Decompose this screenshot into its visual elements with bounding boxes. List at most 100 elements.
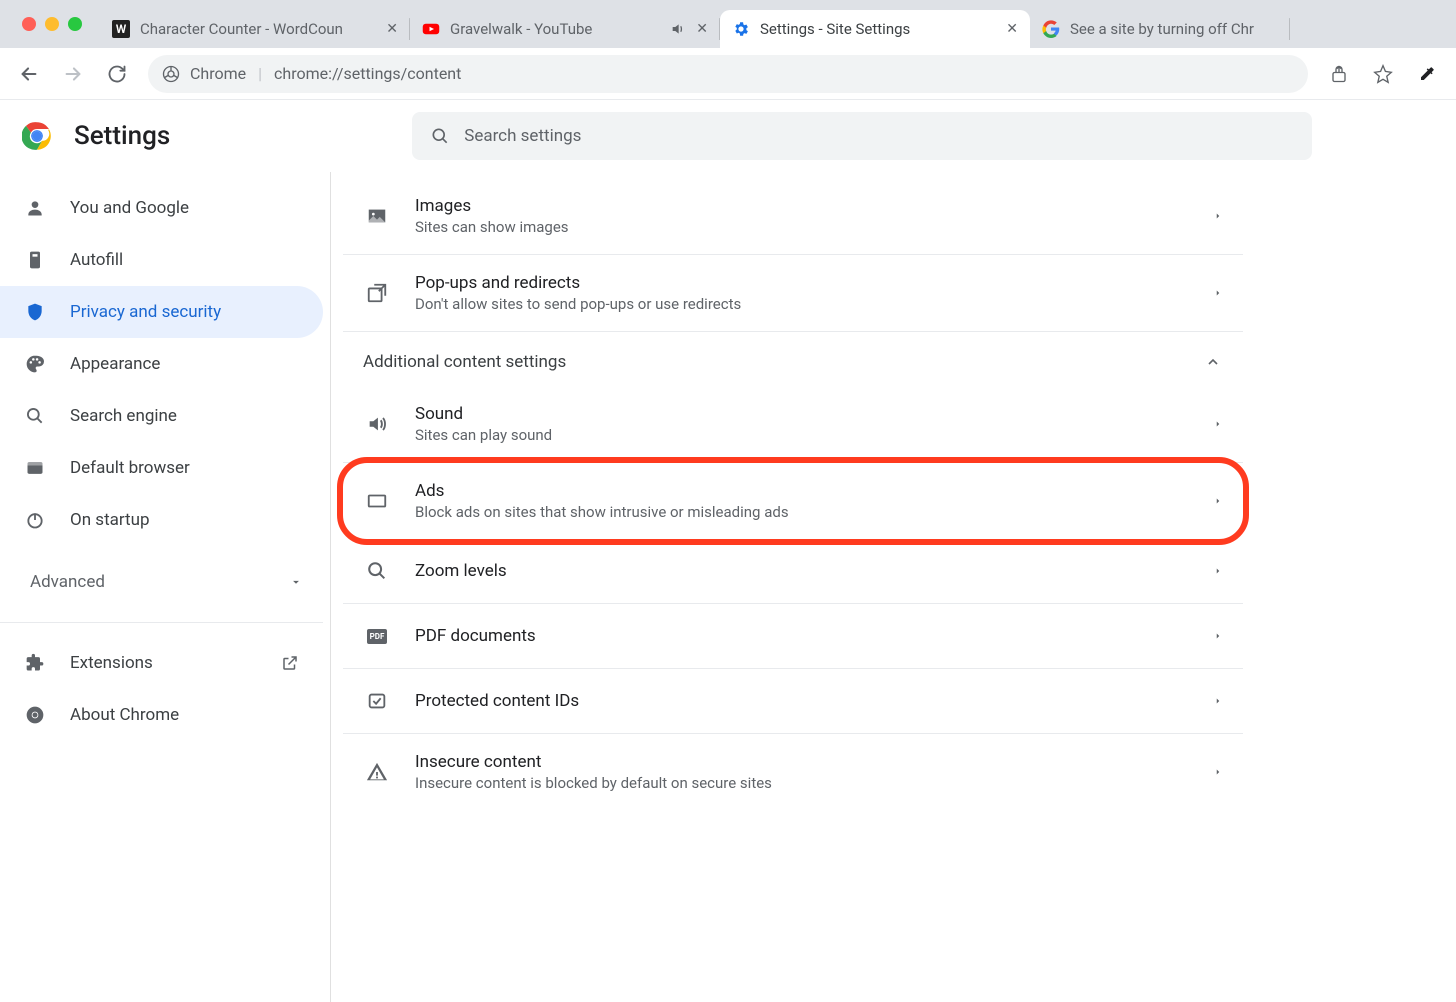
- sidebar-item-label: Extensions: [70, 653, 257, 673]
- setting-row-pdf[interactable]: PDF PDF documents: [343, 604, 1243, 669]
- reload-button[interactable]: [98, 55, 136, 93]
- image-icon: [363, 202, 391, 230]
- shield-icon: [24, 301, 46, 323]
- warning-icon: [363, 758, 391, 786]
- close-tab-icon[interactable]: ✕: [386, 21, 398, 37]
- sidebar-item-privacy-security[interactable]: Privacy and security: [0, 286, 323, 338]
- sidebar-item-extensions[interactable]: Extensions: [0, 637, 323, 689]
- browser-toolbar: Chrome | chrome://settings/content: [0, 48, 1456, 100]
- setting-title: Pop-ups and redirects: [415, 273, 1189, 293]
- mute-icon[interactable]: [670, 21, 686, 37]
- favicon-youtube: [422, 20, 440, 38]
- chrome-logo-icon: [22, 121, 52, 151]
- tab-label: Gravelwalk - YouTube: [450, 20, 660, 38]
- section-header-additional[interactable]: Additional content settings: [343, 332, 1243, 386]
- page-title: Settings: [74, 121, 170, 151]
- sidebar-item-label: Autofill: [70, 250, 123, 270]
- tab-google-search[interactable]: See a site by turning off Chr: [1030, 10, 1290, 48]
- puzzle-icon: [24, 652, 46, 674]
- sidebar-item-on-startup[interactable]: On startup: [0, 494, 323, 546]
- search-placeholder: Search settings: [464, 126, 581, 146]
- sidebar-item-label: On startup: [70, 510, 150, 530]
- sidebar-item-autofill[interactable]: Autofill: [0, 234, 323, 286]
- back-button[interactable]: [10, 55, 48, 93]
- setting-title: Ads: [415, 481, 1189, 501]
- pdf-icon: PDF: [363, 622, 391, 650]
- chevron-down-icon: [289, 575, 303, 589]
- sidebar-item-default-browser[interactable]: Default browser: [0, 442, 323, 494]
- setting-title: Sound: [415, 404, 1189, 424]
- person-icon: [24, 197, 46, 219]
- chevron-right-icon: [1213, 494, 1223, 508]
- chevron-right-icon: [1213, 694, 1223, 708]
- zoom-icon: [363, 557, 391, 585]
- chevron-right-icon: [1213, 564, 1223, 578]
- tab-settings[interactable]: Settings - Site Settings ✕: [720, 10, 1030, 48]
- share-button[interactable]: [1320, 55, 1358, 93]
- eyedropper-button[interactable]: [1408, 55, 1446, 93]
- setting-row-protected-content[interactable]: Protected content IDs: [343, 669, 1243, 734]
- setting-subtitle: Sites can show images: [415, 218, 1189, 236]
- sidebar-item-search-engine[interactable]: Search engine: [0, 390, 323, 442]
- power-icon: [24, 509, 46, 531]
- chevron-right-icon: [1213, 286, 1223, 300]
- settings-page: Settings Search settings You and Google …: [0, 100, 1456, 1002]
- sidebar-item-label: Appearance: [70, 354, 160, 374]
- sidebar-item-you-and-google[interactable]: You and Google: [0, 182, 323, 234]
- tab-character-counter[interactable]: W Character Counter - WordCoun ✕: [100, 10, 410, 48]
- url-text: chrome://settings/content: [274, 64, 461, 83]
- highlight-annotation: Ads Block ads on sites that show intrusi…: [337, 457, 1249, 545]
- tab-youtube[interactable]: Gravelwalk - YouTube ✕: [410, 10, 720, 48]
- settings-sidebar: You and Google Autofill Privacy and secu…: [0, 172, 330, 1002]
- address-bar[interactable]: Chrome | chrome://settings/content: [148, 55, 1308, 93]
- setting-row-ads[interactable]: Ads Block ads on sites that show intrusi…: [343, 463, 1243, 539]
- search-icon: [24, 405, 46, 427]
- search-settings-input[interactable]: Search settings: [412, 112, 1312, 160]
- advanced-label: Advanced: [30, 572, 105, 592]
- sidebar-divider: [0, 622, 323, 623]
- settings-content-area: Images Sites can show images Pop-ups and…: [330, 172, 1456, 1002]
- setting-row-images[interactable]: Images Sites can show images: [343, 178, 1243, 255]
- setting-row-zoom[interactable]: Zoom levels: [343, 539, 1243, 604]
- popup-icon: [363, 279, 391, 307]
- sidebar-item-appearance[interactable]: Appearance: [0, 338, 323, 390]
- forward-button[interactable]: [54, 55, 92, 93]
- fullscreen-window-button[interactable]: [68, 17, 82, 31]
- sidebar-item-label: Default browser: [70, 458, 190, 478]
- setting-row-sound[interactable]: Sound Sites can play sound: [343, 386, 1243, 463]
- chevron-right-icon: [1213, 417, 1223, 431]
- tab-label: Settings - Site Settings: [760, 20, 996, 38]
- gear-icon: [732, 20, 750, 38]
- close-tab-icon[interactable]: ✕: [1006, 21, 1018, 37]
- external-link-icon: [281, 654, 299, 672]
- setting-row-insecure-content[interactable]: Insecure content Insecure content is blo…: [343, 734, 1243, 810]
- tab-label: See a site by turning off Chr: [1070, 20, 1278, 38]
- setting-subtitle: Block ads on sites that show intrusive o…: [415, 503, 1189, 521]
- setting-subtitle: Sites can play sound: [415, 426, 1189, 444]
- favicon-wordcounter: W: [112, 20, 130, 38]
- tab-strip: W Character Counter - WordCoun ✕ Gravelw…: [0, 0, 1456, 48]
- bookmark-button[interactable]: [1364, 55, 1402, 93]
- setting-title: Insecure content: [415, 752, 1189, 772]
- minimize-window-button[interactable]: [45, 17, 59, 31]
- chevron-right-icon: [1213, 765, 1223, 779]
- sidebar-advanced-toggle[interactable]: Advanced: [0, 556, 329, 608]
- sidebar-item-about-chrome[interactable]: About Chrome: [0, 689, 323, 741]
- chevron-up-icon: [1205, 354, 1221, 370]
- section-label: Additional content settings: [363, 352, 566, 372]
- url-separator: |: [258, 64, 262, 83]
- setting-title: Protected content IDs: [415, 691, 1189, 711]
- sidebar-item-label: You and Google: [70, 198, 189, 218]
- setting-title: Zoom levels: [415, 561, 1189, 581]
- chevron-right-icon: [1213, 629, 1223, 643]
- favicon-google: [1042, 20, 1060, 38]
- setting-subtitle: Insecure content is blocked by default o…: [415, 774, 1189, 792]
- ads-icon: [363, 487, 391, 515]
- sound-icon: [363, 410, 391, 438]
- setting-row-popups[interactable]: Pop-ups and redirects Don't allow sites …: [343, 255, 1243, 332]
- close-tab-icon[interactable]: ✕: [696, 21, 708, 37]
- browser-icon: [24, 457, 46, 479]
- palette-icon: [24, 353, 46, 375]
- close-window-button[interactable]: [22, 17, 36, 31]
- window-controls: [10, 0, 100, 48]
